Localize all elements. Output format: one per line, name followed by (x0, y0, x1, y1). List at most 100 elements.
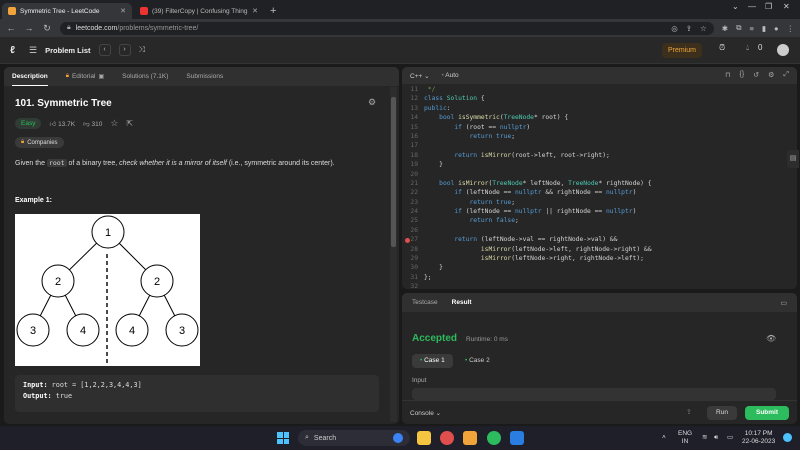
code-line[interactable]: 20 (402, 170, 797, 179)
eye-icon[interactable]: 👁︎ (766, 334, 776, 343)
breakpoint-icon[interactable] (405, 237, 410, 243)
clock[interactable]: 10:17 PM 22-06-2023 (742, 430, 775, 446)
code-line[interactable]: 12 class Solution { (402, 94, 797, 103)
minimize-icon[interactable]: — (748, 2, 756, 11)
code-line[interactable]: 27 return (leftNode->val == rightNode->v… (402, 235, 797, 244)
tab-description[interactable]: Description (12, 73, 48, 86)
dislike-button[interactable]: 👎︎ 310 (83, 120, 102, 128)
close-tab-icon[interactable]: ✕ (252, 7, 258, 15)
tab-testcase[interactable]: Testcase (412, 299, 438, 306)
code-line[interactable]: 18 return isMirror (root->left, root->rig… (402, 151, 797, 160)
profile-icon[interactable]: ● (774, 24, 779, 33)
browser-tab-youtube[interactable]: (39) FilterCopy | Confusing Thing ✕ (134, 3, 264, 19)
upload-icon[interactable]: ⇪ (686, 408, 692, 416)
url-input[interactable]: 🔒︎ leetcode.com/problems/symmetric-tree/… (60, 21, 714, 35)
code-line[interactable]: 26 (402, 226, 797, 235)
language-select[interactable]: C++ ⌄ (410, 72, 430, 80)
code-line[interactable]: 31}; (402, 273, 797, 282)
reading-list-icon[interactable]: ≡ (749, 24, 753, 33)
code-line[interactable]: 30 } (402, 263, 797, 272)
code-line[interactable]: 25 return false; (402, 216, 797, 225)
volume-icon[interactable]: 🔊︎ (714, 434, 718, 442)
code-line[interactable]: 29 isMirror (leftNode->right, rightNode->… (402, 254, 797, 263)
code-line[interactable]: 16 return true; (402, 132, 797, 141)
taskbar-search[interactable]: ⌕ Search (298, 430, 410, 446)
prev-problem-button[interactable]: ‹ (98, 44, 111, 56)
tab-result[interactable]: Result (452, 299, 472, 306)
favorite-star-icon[interactable]: ☆ (110, 118, 118, 129)
bookmark-star-icon[interactable]: ☆ (700, 24, 707, 33)
menu-kebab-icon[interactable]: ⋮ (787, 24, 795, 33)
problem-list-link[interactable]: Problem List (45, 46, 90, 55)
premium-button[interactable]: Premium (662, 43, 702, 58)
code-line[interactable]: 13 public: (402, 104, 797, 113)
notes-icon[interactable]: ▤ (787, 150, 799, 168)
forward-arrow-icon[interactable]: → (24, 23, 34, 33)
bookmark-icon[interactable]: ⊓ (725, 71, 730, 79)
notification-icon[interactable] (783, 433, 792, 442)
extensions-puzzle-icon[interactable]: ⧉ (736, 23, 741, 33)
auto-mode[interactable]: • Auto (442, 72, 459, 79)
fullscreen-icon[interactable]: ⤢ (783, 71, 789, 79)
battery-icon[interactable]: ▭ (727, 434, 733, 442)
file-explorer-icon[interactable] (417, 431, 431, 445)
extension-icon[interactable]: ✱ (722, 24, 728, 33)
whatsapp-icon[interactable] (487, 431, 501, 445)
chevron-up-icon[interactable]: ˄ (662, 434, 666, 442)
pinned-app-icon[interactable] (463, 431, 477, 445)
tab-solutions[interactable]: Solutions (7.1K) (122, 73, 168, 80)
wifi-icon[interactable]: ≋ (702, 434, 707, 442)
settings-icon[interactable]: ⚙ (368, 97, 376, 108)
code-line[interactable]: 22 if (leftNode == nullptr && rightNode … (402, 188, 797, 197)
code-line[interactable]: 15 if (root == nullptr) (402, 123, 797, 132)
windows-start-icon[interactable] (277, 432, 289, 444)
browser-tab-leetcode[interactable]: Symmetric Tree - LeetCode ✕ (2, 3, 132, 19)
alarm-clock-icon[interactable]: ⏰︎ (719, 43, 725, 53)
code-line[interactable]: 14 bool isSymmetric(TreeNode * root) { (402, 113, 797, 122)
run-button[interactable]: Run (707, 406, 737, 420)
side-panel-icon[interactable]: ▮ (762, 24, 766, 33)
chevron-down-icon[interactable]: ⌄ (732, 2, 739, 11)
tab-submissions[interactable]: Submissions (186, 73, 223, 80)
case-1-button[interactable]: • Case 1 (412, 354, 453, 368)
code-line[interactable]: 17 (402, 141, 797, 150)
share-icon[interactable]: ⇪ (686, 24, 692, 33)
scrollbar[interactable] (390, 87, 397, 422)
vscode-icon[interactable] (510, 431, 524, 445)
submit-button[interactable]: Submit (745, 406, 789, 420)
close-window-icon[interactable]: ✕ (783, 2, 790, 11)
scrollbar-thumb[interactable] (391, 97, 396, 247)
coin-icon[interactable]: 💧︎ (746, 43, 749, 53)
reload-icon[interactable]: ↻ (42, 23, 52, 34)
new-tab-button[interactable]: + (270, 5, 276, 17)
next-problem-button[interactable]: › (118, 44, 131, 56)
like-button[interactable]: 👍︎ 13.7K (49, 120, 75, 128)
braces-icon[interactable]: {} (740, 71, 745, 79)
code-line[interactable]: 11 */ (402, 85, 797, 94)
code-area[interactable]: 11 */12 class Solution {13 public:14 bool … (402, 85, 797, 289)
chrome-icon[interactable] (440, 431, 454, 445)
code-line[interactable]: 32 (402, 282, 797, 289)
code-line[interactable]: 21 bool isMirror(TreeNode * leftNode, Tre… (402, 179, 797, 188)
google-lens-icon[interactable]: ◎ (671, 24, 678, 33)
shuffle-icon[interactable]: ⤨ (139, 45, 145, 55)
restore-icon[interactable]: ❐ (765, 2, 772, 11)
code-line[interactable]: 19 } (402, 160, 797, 169)
code-line[interactable]: 24 if (leftNode == nullptr || rightNode … (402, 207, 797, 216)
language-indicator[interactable]: ENG IN (678, 430, 692, 446)
back-arrow-icon[interactable]: ← (6, 23, 16, 33)
settings-icon[interactable]: ⚙ (768, 71, 774, 79)
code-line[interactable]: 28 isMirror (leftNode->left, rightNode->r… (402, 245, 797, 254)
console-button[interactable]: Console ⌄ (410, 409, 441, 417)
code-line[interactable]: 23 return true; (402, 198, 797, 207)
share-icon[interactable]: ⇱ (126, 119, 133, 128)
avatar[interactable] (777, 44, 789, 56)
companies-badge[interactable]: 🔒︎ Companies (15, 137, 64, 148)
collapse-panel-icon[interactable]: ▭ (780, 299, 787, 307)
tab-editorial[interactable]: 🔒︎ Editorial ▣ (66, 73, 104, 80)
leetcode-logo-icon[interactable]: ℓ (10, 45, 21, 56)
case-2-button[interactable]: • Case 2 (457, 354, 498, 368)
reset-icon[interactable]: ↺ (753, 71, 759, 79)
close-tab-icon[interactable]: ✕ (120, 7, 126, 15)
